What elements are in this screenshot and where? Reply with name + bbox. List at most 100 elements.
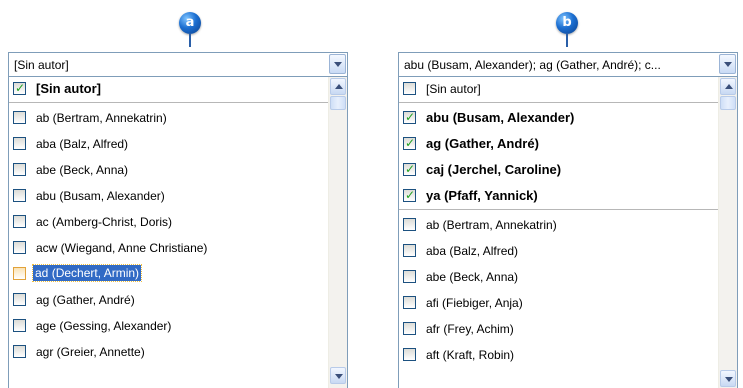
checkbox[interactable] xyxy=(13,267,26,280)
checkbox[interactable] xyxy=(13,163,26,176)
combobox-value: abu (Busam, Alexander); ag (Gather, Andr… xyxy=(404,58,661,72)
combobox-value: [Sin autor] xyxy=(14,58,69,72)
list-item-selected[interactable]: ad (Dechert, Armin) xyxy=(9,262,329,288)
scroll-down-button[interactable] xyxy=(720,370,736,387)
chevron-up-icon xyxy=(335,84,343,89)
checkbox[interactable] xyxy=(403,82,416,95)
list-separator xyxy=(399,102,719,103)
checkbox[interactable]: ✓ xyxy=(403,110,416,124)
list-item-label: abu (Busam, Alexander) xyxy=(36,189,165,203)
list-item[interactable]: afi (Fiebiger, Anja) xyxy=(399,291,719,317)
list-item[interactable]: ✓ ag (Gather, André) xyxy=(399,132,719,158)
checkbox[interactable] xyxy=(403,296,416,309)
checkbox[interactable]: ✓ xyxy=(403,162,416,176)
list-item-label: acw (Wiegand, Anne Christiane) xyxy=(36,241,208,255)
author-combobox[interactable]: [Sin autor] xyxy=(9,53,347,77)
list-item[interactable]: [Sin autor] xyxy=(399,77,719,103)
callout-b-stem xyxy=(566,33,568,47)
chevron-up-icon xyxy=(725,84,733,89)
callout-a-stem xyxy=(189,33,191,47)
list-item-label: ac (Amberg-Christ, Doris) xyxy=(36,215,173,229)
callout-a-badge: a xyxy=(179,12,201,34)
author-combobox[interactable]: abu (Busam, Alexander); ag (Gather, Andr… xyxy=(399,53,737,77)
scroll-up-button[interactable] xyxy=(720,78,736,95)
check-icon: ✓ xyxy=(405,188,416,202)
list-item-label: ya (Pfaff, Yannick) xyxy=(426,188,538,203)
checkbox[interactable]: ✓ xyxy=(403,136,416,150)
vertical-scrollbar[interactable] xyxy=(718,77,737,388)
list-item[interactable]: abu (Busam, Alexander) xyxy=(9,184,329,210)
list-item-label: aft (Kraft, Robin) xyxy=(426,348,515,362)
list-item-label: agr (Greier, Annette) xyxy=(36,345,145,359)
list-item[interactable]: afr (Frey, Achim) xyxy=(399,317,719,343)
checkbox[interactable] xyxy=(13,137,26,150)
list-item[interactable]: ac (Amberg-Christ, Doris) xyxy=(9,210,329,236)
list-item-label: abu (Busam, Alexander) xyxy=(426,110,575,125)
list-item[interactable]: aft (Kraft, Robin) xyxy=(399,343,719,369)
checkbox[interactable] xyxy=(403,348,416,361)
checkbox[interactable] xyxy=(13,319,26,332)
author-filter-panel-a: [Sin autor] ✓ [Sin autor] ab (Bertram, A… xyxy=(8,52,348,388)
list-item-label: aba (Balz, Alfred) xyxy=(36,137,129,151)
checkbox[interactable] xyxy=(13,215,26,228)
list-item[interactable]: aba (Balz, Alfred) xyxy=(9,132,329,158)
list-item[interactable]: ab (Bertram, Annekatrin) xyxy=(399,213,719,239)
scroll-thumb[interactable] xyxy=(330,96,346,110)
list-item-label: age (Gessing, Alexander) xyxy=(36,319,172,333)
list-item-label: afi (Fiebiger, Anja) xyxy=(426,296,523,310)
list-item[interactable]: ✓ caj (Jerchel, Caroline) xyxy=(399,158,719,184)
author-checklist: ✓ [Sin autor] ab (Bertram, Annekatrin) a… xyxy=(9,77,329,388)
check-icon: ✓ xyxy=(405,136,416,150)
list-item-label: ag (Gather, André) xyxy=(36,293,135,307)
list-item[interactable]: ✓ ya (Pfaff, Yannick) xyxy=(399,184,719,210)
list-item[interactable]: ✓ abu (Busam, Alexander) xyxy=(399,106,719,132)
checkbox[interactable] xyxy=(13,189,26,202)
check-icon: ✓ xyxy=(15,81,26,95)
list-item-label: abe (Beck, Anna) xyxy=(426,270,519,284)
list-item-label: ab (Bertram, Annekatrin) xyxy=(36,111,167,125)
checkbox[interactable] xyxy=(13,111,26,124)
check-icon: ✓ xyxy=(405,110,416,124)
list-item-label: abe (Beck, Anna) xyxy=(36,163,129,177)
list-separator xyxy=(399,209,719,210)
list-item[interactable]: aba (Balz, Alfred) xyxy=(399,239,719,265)
callout-b-badge: b xyxy=(556,12,578,34)
checkbox[interactable] xyxy=(13,241,26,254)
list-item-code: ad xyxy=(35,266,49,280)
list-separator xyxy=(9,102,329,103)
list-item[interactable]: agr (Greier, Annette) xyxy=(9,340,329,366)
checkbox[interactable] xyxy=(403,322,416,335)
dropdown-button[interactable] xyxy=(719,54,736,74)
list-item[interactable]: abe (Beck, Anna) xyxy=(9,158,329,184)
list-item-label: ag (Gather, André) xyxy=(426,136,539,151)
author-checklist: [Sin autor] ✓ abu (Busam, Alexander) ✓ a… xyxy=(399,77,719,388)
scroll-thumb[interactable] xyxy=(720,96,736,110)
checkbox[interactable] xyxy=(403,218,416,231)
checkbox[interactable] xyxy=(13,345,26,358)
author-filter-panel-b: abu (Busam, Alexander); ag (Gather, Andr… xyxy=(398,52,738,388)
list-item-label: afr (Frey, Achim) xyxy=(426,322,514,336)
list-item-label: aba (Balz, Alfred) xyxy=(426,244,519,258)
scroll-up-button[interactable] xyxy=(330,78,346,95)
list-item-label: caj (Jerchel, Caroline) xyxy=(426,162,562,177)
dropdown-button[interactable] xyxy=(329,54,346,74)
list-item[interactable]: ✓ [Sin autor] xyxy=(9,77,329,103)
list-item-label: ab (Bertram, Annekatrin) xyxy=(426,218,557,232)
checkbox[interactable] xyxy=(403,270,416,283)
checkbox[interactable] xyxy=(13,293,26,306)
checkbox[interactable] xyxy=(403,244,416,257)
chevron-down-icon xyxy=(335,374,343,379)
vertical-scrollbar[interactable] xyxy=(328,77,347,388)
list-item[interactable]: ab (Bertram, Annekatrin) xyxy=(9,106,329,132)
check-icon: ✓ xyxy=(405,162,416,176)
list-item-label: [Sin autor] xyxy=(426,82,481,96)
list-item[interactable]: abe (Beck, Anna) xyxy=(399,265,719,291)
list-item[interactable]: age (Gessing, Alexander) xyxy=(9,314,329,340)
checkbox[interactable]: ✓ xyxy=(13,81,26,95)
scroll-down-button[interactable] xyxy=(330,367,346,384)
list-item[interactable]: acw (Wiegand, Anne Christiane) xyxy=(9,236,329,262)
chevron-down-icon xyxy=(334,62,342,67)
checkbox[interactable]: ✓ xyxy=(403,188,416,202)
chevron-down-icon xyxy=(725,377,733,382)
list-item[interactable]: ag (Gather, André) xyxy=(9,288,329,314)
